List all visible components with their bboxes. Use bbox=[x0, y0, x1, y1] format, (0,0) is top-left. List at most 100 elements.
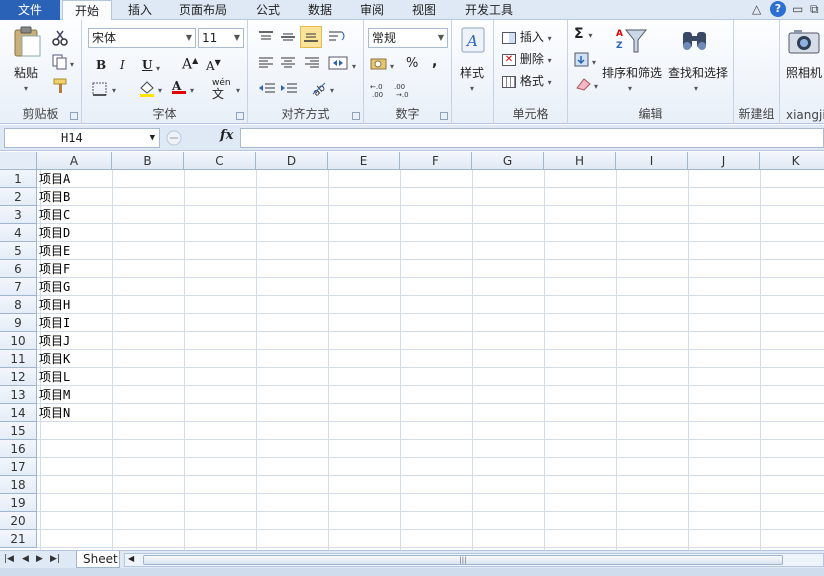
font-size-select[interactable]: 11 ▼ bbox=[198, 28, 244, 48]
shrink-font-button[interactable]: A▼ bbox=[206, 58, 221, 73]
cell-a11[interactable]: 项目K bbox=[39, 350, 70, 368]
row-header-13[interactable]: 13 bbox=[0, 386, 37, 404]
orientation-icon[interactable]: ab bbox=[310, 80, 328, 96]
minimize-icon[interactable]: ▭ bbox=[792, 2, 803, 16]
camera-label[interactable]: 照相机 bbox=[786, 64, 822, 81]
bold-button[interactable]: B bbox=[96, 58, 106, 72]
cell-a10[interactable]: 项目J bbox=[39, 332, 70, 350]
column-header-f[interactable]: F bbox=[400, 152, 472, 170]
sheet-tab[interactable]: Sheet1 bbox=[76, 551, 120, 568]
find-select-label[interactable]: 查找和选择 bbox=[668, 64, 728, 81]
percent-button[interactable]: % bbox=[406, 56, 418, 71]
scroll-thumb[interactable]: ||| bbox=[143, 555, 783, 565]
column-header-a[interactable]: A bbox=[37, 152, 112, 170]
tab-formulas[interactable]: 公式 bbox=[246, 0, 290, 20]
tab-view[interactable]: 视图 bbox=[402, 0, 446, 20]
cell-a7[interactable]: 项目G bbox=[39, 278, 70, 296]
row-header-15[interactable]: 15 bbox=[0, 422, 37, 440]
column-header-e[interactable]: E bbox=[328, 152, 400, 170]
row-header-17[interactable]: 17 bbox=[0, 458, 37, 476]
increase-decimal-icon[interactable]: ←.0.00 bbox=[370, 82, 392, 98]
row-header-20[interactable]: 20 bbox=[0, 512, 37, 530]
cell-a13[interactable]: 项目M bbox=[39, 386, 70, 404]
copy-icon[interactable] bbox=[52, 54, 68, 70]
cell-a12[interactable]: 项目L bbox=[39, 368, 70, 386]
copy-dropdown-icon[interactable]: ▾ bbox=[70, 60, 74, 69]
sort-filter-label[interactable]: 排序和筛选 bbox=[602, 64, 662, 81]
align-middle-icon[interactable] bbox=[280, 30, 296, 44]
cell-a6[interactable]: 项目F bbox=[39, 260, 70, 278]
cell-a4[interactable]: 项目D bbox=[39, 224, 70, 242]
increase-indent-icon[interactable] bbox=[280, 82, 298, 96]
tab-insert[interactable]: 插入 bbox=[118, 0, 162, 20]
font-launcher-icon[interactable] bbox=[236, 112, 244, 120]
wrap-text-icon[interactable] bbox=[328, 30, 348, 44]
collapse-ribbon-icon[interactable]: △ bbox=[752, 2, 761, 16]
next-sheet-icon[interactable]: ▶ bbox=[36, 554, 43, 564]
font-name-select[interactable]: 宋体 ▼ bbox=[88, 28, 196, 48]
insert-cells-button[interactable]: 插入 ▾ bbox=[502, 28, 552, 45]
column-header-g[interactable]: G bbox=[472, 152, 544, 170]
border-dropdown-icon[interactable]: ▾ bbox=[112, 86, 116, 95]
align-top-icon[interactable] bbox=[258, 30, 274, 44]
fill-color-dropdown-icon[interactable]: ▾ bbox=[158, 86, 162, 95]
phonetic-button[interactable]: wén 文 bbox=[212, 78, 231, 102]
cell-a2[interactable]: 项目B bbox=[39, 188, 70, 206]
comma-button[interactable]: , bbox=[432, 54, 437, 70]
format-painter-icon[interactable] bbox=[52, 78, 70, 94]
tab-home[interactable]: 开始 bbox=[62, 0, 112, 21]
row-header-5[interactable]: 5 bbox=[0, 242, 37, 260]
paste-label[interactable]: 粘贴 bbox=[14, 64, 38, 81]
align-center-icon[interactable] bbox=[280, 56, 296, 70]
paste-dropdown-icon[interactable]: ▾ bbox=[24, 84, 28, 93]
autosum-button[interactable]: Σ ▾ bbox=[574, 26, 592, 42]
underline-button[interactable]: U bbox=[142, 58, 152, 72]
underline-dropdown-icon[interactable]: ▾ bbox=[156, 64, 160, 73]
styles-label[interactable]: 样式 bbox=[460, 64, 484, 81]
fill-color-icon[interactable] bbox=[138, 80, 156, 98]
tab-review[interactable]: 审阅 bbox=[350, 0, 394, 20]
cell-a3[interactable]: 项目C bbox=[39, 206, 70, 224]
decrease-indent-icon[interactable] bbox=[258, 82, 276, 96]
merge-dropdown-icon[interactable]: ▾ bbox=[352, 62, 356, 71]
expand-formula-icon[interactable] bbox=[166, 130, 182, 146]
tab-data[interactable]: 数据 bbox=[298, 0, 342, 20]
row-header-3[interactable]: 3 bbox=[0, 206, 37, 224]
worksheet-grid[interactable]: A B C D E F G H I J K 1 2 3 4 5 6 7 8 9 10 11 12 13 14 15 16 17 18 19… bbox=[0, 152, 824, 550]
tab-developer[interactable]: 开发工具 bbox=[456, 0, 522, 20]
row-header-18[interactable]: 18 bbox=[0, 476, 37, 494]
number-format-select[interactable]: 常规 ▼ bbox=[368, 28, 448, 48]
number-launcher-icon[interactable] bbox=[440, 112, 448, 120]
insert-function-button[interactable]: fx bbox=[220, 128, 233, 143]
sort-filter-dropdown-icon[interactable]: ▾ bbox=[628, 84, 632, 93]
sort-filter-icon[interactable]: A Z bbox=[616, 26, 648, 56]
camera-icon[interactable] bbox=[788, 28, 820, 54]
font-color-button[interactable]: A bbox=[172, 79, 186, 94]
tab-page-layout[interactable]: 页面布局 bbox=[170, 0, 236, 20]
cell-a5[interactable]: 项目E bbox=[39, 242, 70, 260]
border-icon[interactable] bbox=[92, 82, 108, 96]
row-header-6[interactable]: 6 bbox=[0, 260, 37, 278]
row-header-4[interactable]: 4 bbox=[0, 224, 37, 242]
row-header-10[interactable]: 10 bbox=[0, 332, 37, 350]
currency-icon[interactable] bbox=[370, 56, 388, 72]
format-cells-button[interactable]: 格式 ▾ bbox=[502, 72, 552, 89]
horizontal-scrollbar[interactable]: ◀ ||| bbox=[124, 553, 824, 567]
row-header-2[interactable]: 2 bbox=[0, 188, 37, 206]
align-bottom-button[interactable] bbox=[300, 26, 322, 48]
row-header-7[interactable]: 7 bbox=[0, 278, 37, 296]
cut-icon[interactable] bbox=[52, 30, 68, 46]
column-header-i[interactable]: I bbox=[616, 152, 688, 170]
alignment-launcher-icon[interactable] bbox=[352, 112, 360, 120]
restore-icon[interactable]: ⧉ bbox=[810, 2, 819, 17]
cell-a9[interactable]: 项目I bbox=[39, 314, 70, 332]
grow-font-button[interactable]: A▲ bbox=[182, 56, 198, 73]
row-header-12[interactable]: 12 bbox=[0, 368, 37, 386]
row-header-11[interactable]: 11 bbox=[0, 350, 37, 368]
currency-dropdown-icon[interactable]: ▾ bbox=[390, 62, 394, 71]
column-header-h[interactable]: H bbox=[544, 152, 616, 170]
formula-input[interactable] bbox=[240, 128, 824, 148]
name-box[interactable]: H14 ▼ bbox=[4, 128, 160, 148]
styles-dropdown-icon[interactable]: ▾ bbox=[470, 84, 474, 93]
align-right-icon[interactable] bbox=[304, 56, 320, 70]
